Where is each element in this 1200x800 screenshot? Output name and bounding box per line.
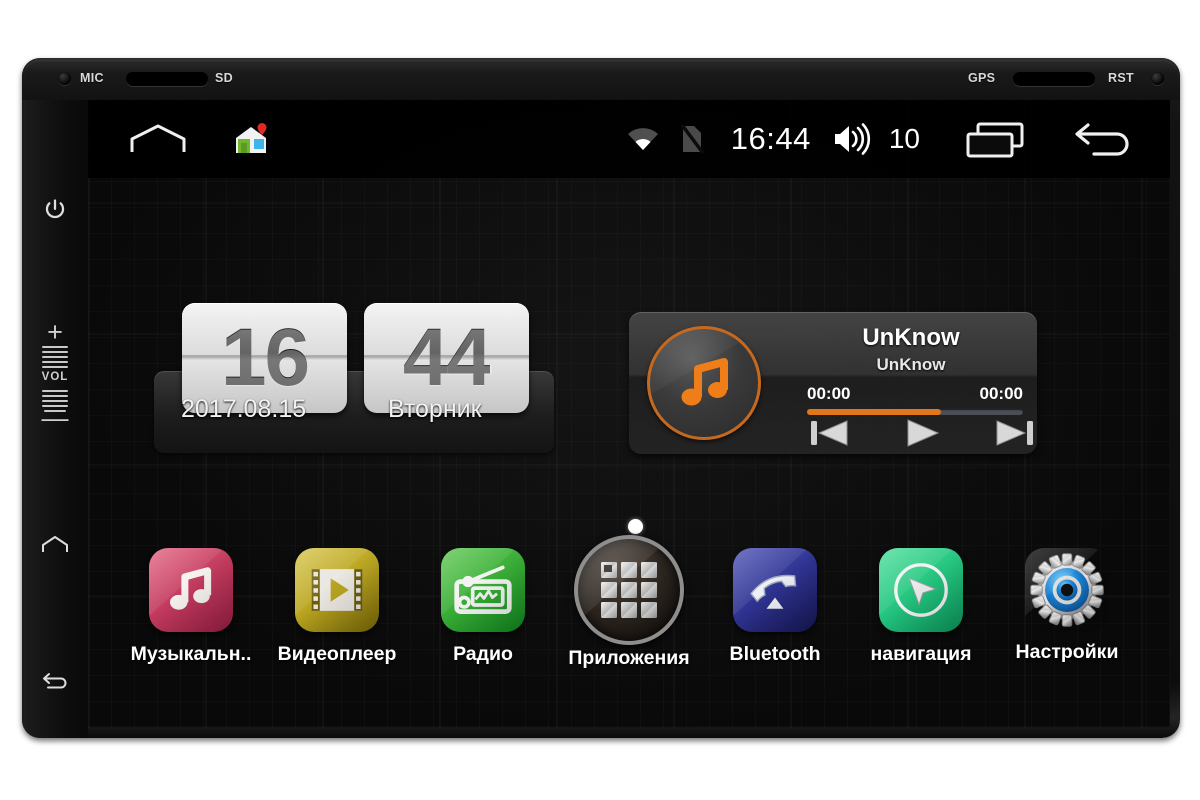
gps-label: GPS — [968, 71, 996, 85]
clock-date: 2017.08.15 — [181, 395, 307, 423]
track-title: UnKnow — [862, 324, 960, 351]
hw-back-button[interactable] — [22, 662, 88, 696]
recent-apps-button[interactable] — [964, 119, 1026, 159]
phone-handset-icon — [750, 574, 797, 609]
home-outline-icon — [130, 124, 186, 152]
music-app-icon — [149, 548, 233, 632]
gear-icon — [1030, 553, 1104, 627]
sd-label: SD — [215, 71, 233, 85]
app-shortcut-navigation[interactable]: навигация — [848, 548, 994, 666]
music-note-icon — [681, 358, 728, 406]
album-art-placeholder — [647, 326, 761, 440]
radio-app-icon — [441, 548, 525, 632]
volume-up-label[interactable]: + — [47, 319, 63, 346]
clock-weekday: Вторник — [388, 395, 482, 423]
status-bar: 16:44 10 — [88, 100, 1170, 178]
volume-down-label[interactable]: — — [42, 405, 69, 432]
next-track-button[interactable] — [993, 418, 1035, 448]
progress-bar[interactable] — [807, 409, 1023, 415]
app-shortcut-settings[interactable]: Настройки — [994, 548, 1140, 664]
bluetooth-app-icon — [733, 548, 817, 632]
status-volume-level: 10 — [888, 123, 920, 154]
previous-track-icon — [811, 420, 848, 446]
volume-control[interactable]: + VOL — — [22, 319, 88, 432]
app-label: Музыкальн.. — [130, 643, 252, 665]
app-label: навигация — [870, 643, 972, 665]
video-app-icon — [295, 548, 379, 632]
volume-status-button[interactable] — [831, 122, 873, 156]
play-button[interactable] — [901, 418, 943, 448]
app-label: Видеоплеер — [277, 643, 397, 665]
next-track-icon — [996, 420, 1033, 446]
app-shortcut-radio[interactable]: Радио — [410, 548, 556, 666]
status-back-button[interactable] — [1072, 119, 1138, 159]
sd-card-slot[interactable] — [126, 72, 208, 86]
app-drawer-grid-icon — [601, 562, 657, 618]
app-shortcut-bluetooth[interactable]: Bluetooth — [702, 548, 848, 666]
track-elapsed: 00:00 — [807, 384, 851, 403]
app-shortcut-music[interactable]: Музыкальн.. — [118, 548, 264, 666]
play-icon — [907, 419, 940, 447]
touchscreen[interactable]: 16:44 10 16 44 2017.08.15 Вторник UnKnow… — [88, 100, 1170, 728]
gps-slot — [1013, 72, 1095, 86]
volume-bars-upper — [42, 346, 68, 368]
previous-track-button[interactable] — [809, 418, 851, 448]
sd-card-off-icon — [680, 123, 705, 155]
power-button[interactable] — [22, 192, 88, 228]
progress-bar-fill — [807, 409, 941, 415]
film-play-icon — [311, 569, 363, 611]
rst-label: RST — [1108, 71, 1134, 85]
app-label: Радио — [453, 643, 513, 665]
recent-apps-icon — [966, 122, 1024, 158]
power-icon — [45, 199, 65, 219]
navigation-app-icon — [879, 548, 963, 632]
app-label: Bluetooth — [729, 643, 821, 665]
music-note-icon — [170, 567, 212, 610]
speaker-volume-icon — [834, 123, 870, 155]
app-shortcut-video[interactable]: Видеоплеер — [264, 548, 410, 666]
left-bezel: + VOL — — [22, 100, 88, 738]
back-arrow-icon — [1075, 123, 1129, 156]
app-shortcut-apps[interactable]: Приложения — [556, 535, 702, 670]
home-icon — [42, 536, 68, 552]
hw-home-button[interactable] — [22, 528, 88, 562]
app-label: Настройки — [1015, 641, 1119, 663]
home-app-dock: Музыкальн.. Видеоплеер Радио Приложения … — [88, 535, 1170, 698]
radio-icon — [454, 565, 512, 614]
volume-label: VOL — [41, 371, 69, 383]
mic-hole — [58, 72, 71, 85]
clock-widget[interactable]: 16 44 2017.08.15 Вторник — [154, 303, 554, 453]
status-home-button[interactable] — [128, 122, 188, 156]
reset-button[interactable] — [1151, 72, 1164, 85]
wifi-status-icon — [625, 124, 661, 154]
app-drawer-icon — [574, 535, 684, 645]
sd-card-off-status-icon — [679, 123, 705, 155]
status-time: 16:44 — [730, 121, 811, 156]
page-indicator-dot[interactable] — [628, 519, 643, 534]
app-label: Приложения — [568, 647, 690, 669]
launcher-house-icon — [236, 123, 267, 153]
music-player-widget[interactable]: UnKnow UnKnow 00:00 00:00 — [629, 312, 1037, 454]
mic-label: MIC — [80, 71, 104, 85]
top-bezel: MIC SD GPS RST — [22, 58, 1180, 100]
wifi-icon — [627, 128, 658, 150]
launcher-switch-button[interactable] — [232, 121, 272, 157]
head-unit-device: MIC SD GPS RST + VOL — 16:44 10 16 44 20… — [22, 58, 1180, 738]
settings-app-icon — [1025, 548, 1109, 632]
navigation-arrow-icon — [894, 563, 948, 617]
track-duration: 00:00 — [979, 384, 1023, 403]
back-icon — [43, 673, 67, 689]
track-artist: UnKnow — [876, 355, 946, 374]
